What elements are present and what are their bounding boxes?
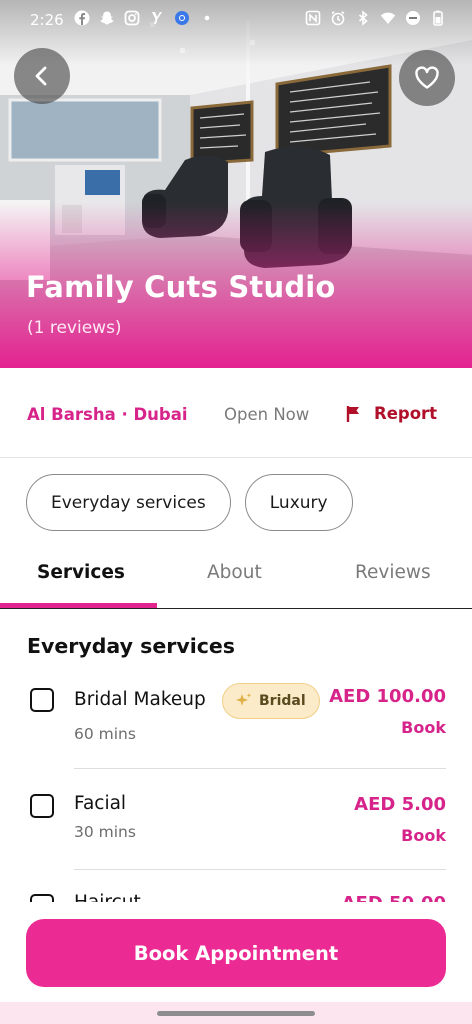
tab-reviews[interactable]: Reviews [355,562,431,583]
facebook-icon [74,10,90,26]
venue-info-row: Al Barsha · Dubai Open Now Report [0,368,472,458]
venue-title: Family Cuts Studio [26,270,336,304]
report-label: Report [374,404,438,423]
open-status: Open Now [224,405,310,424]
venue-review-count[interactable]: (1 reviews) [27,318,122,338]
heart-icon [415,66,439,89]
divider [74,768,446,769]
chip-everyday-services[interactable]: Everyday services [26,474,231,531]
sparkle-icon [236,693,252,706]
flag-icon [346,405,359,422]
book-appointment-button[interactable]: Book Appointment [26,919,446,987]
service-duration: 30 mins [74,823,136,841]
divider [74,869,446,870]
service-name: Bridal Makeup [74,689,206,710]
service-badge: Bridal [222,683,320,719]
chrome-icon [175,11,189,25]
services-list[interactable]: Everyday services Bridal Makeup 60 mins … [0,610,472,902]
back-button[interactable] [14,48,70,104]
service-price: AED 50.00 [342,893,446,902]
alarm-icon [331,11,345,26]
chip-luxury[interactable]: Luxury [244,474,353,531]
service-checkbox[interactable] [30,894,54,902]
category-chips: Everyday services Luxury [26,474,353,531]
service-duration: 60 mins [74,725,136,743]
status-time: 2:26 [30,11,64,29]
snapchat-icon [100,11,114,25]
badge-label: Bridal [259,693,306,709]
y-app-icon [152,12,162,24]
venue-location[interactable]: Al Barsha · Dubai [27,405,188,424]
service-name: Haircut [74,892,141,902]
instagram-icon [124,10,140,26]
dot-icon [204,15,210,21]
service-name: Facial [74,793,127,814]
book-service-link[interactable]: Book [401,718,446,737]
battery-icon [433,10,443,26]
hero-gradient [0,0,472,368]
hero-image: 2:26 Family Cuts Studio (1 reviews) [0,0,472,368]
service-price: AED 5.00 [354,794,446,815]
tab-about[interactable]: About [207,562,262,583]
book-service-link[interactable]: Book [401,826,446,845]
book-appointment-label: Book Appointment [133,941,339,965]
service-checkbox[interactable] [30,794,54,818]
tab-services[interactable]: Services [37,562,125,583]
status-bar: 2:26 [0,0,472,40]
service-price: AED 100.00 [329,686,446,707]
section-title: Everyday services [27,634,235,658]
back-arrow-icon [35,66,47,86]
home-gesture-handle[interactable] [157,1011,315,1016]
nfc-icon [305,10,321,26]
active-tab-indicator [0,603,157,608]
tab-bar: Services About Reviews [0,545,472,609]
wifi-icon [380,12,396,24]
system-nav-bar [0,1002,472,1024]
dnd-icon [406,11,420,25]
service-checkbox[interactable] [30,688,54,712]
favorite-button[interactable] [399,50,455,106]
bluetooth-icon [358,10,368,26]
report-button[interactable]: Report [346,404,437,423]
